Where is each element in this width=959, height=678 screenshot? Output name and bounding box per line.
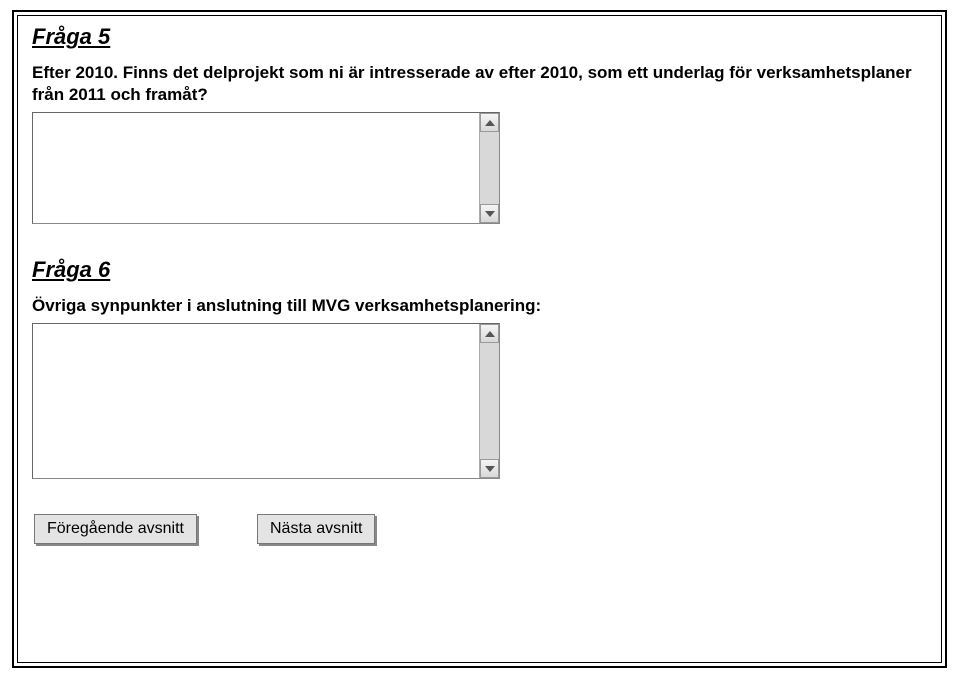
question-6-title: Fråga 6 (32, 257, 927, 283)
previous-section-button[interactable]: Föregående avsnitt (34, 514, 197, 544)
scroll-up-button[interactable] (480, 113, 499, 132)
button-row: Föregående avsnitt Nästa avsnitt (34, 514, 927, 544)
page: Fråga 5 Efter 2010. Finns det delprojekt… (0, 0, 959, 678)
scroll-down-button[interactable] (480, 204, 499, 223)
scrollbar[interactable] (479, 324, 499, 478)
chevron-down-icon (485, 466, 495, 472)
chevron-up-icon (485, 331, 495, 337)
question-5-title: Fråga 5 (32, 24, 927, 50)
question-5-textarea[interactable] (32, 112, 500, 224)
question-6-textarea[interactable] (32, 323, 500, 479)
question-6-block: Fråga 6 Övriga synpunkter i anslutning t… (32, 257, 927, 484)
question-6-input[interactable] (34, 325, 478, 477)
question-5-text: Efter 2010. Finns det delprojekt som ni … (32, 62, 927, 106)
scrollbar[interactable] (479, 113, 499, 223)
chevron-up-icon (485, 120, 495, 126)
chevron-down-icon (485, 211, 495, 217)
scroll-down-button[interactable] (480, 459, 499, 478)
question-5-input[interactable] (34, 114, 478, 222)
next-section-button[interactable]: Nästa avsnitt (257, 514, 375, 544)
question-6-text: Övriga synpunkter i anslutning till MVG … (32, 295, 927, 317)
inner-border: Fråga 5 Efter 2010. Finns det delprojekt… (17, 15, 942, 663)
outer-border: Fråga 5 Efter 2010. Finns det delprojekt… (12, 10, 947, 668)
question-5-block: Fråga 5 Efter 2010. Finns det delprojekt… (32, 24, 927, 229)
scroll-up-button[interactable] (480, 324, 499, 343)
